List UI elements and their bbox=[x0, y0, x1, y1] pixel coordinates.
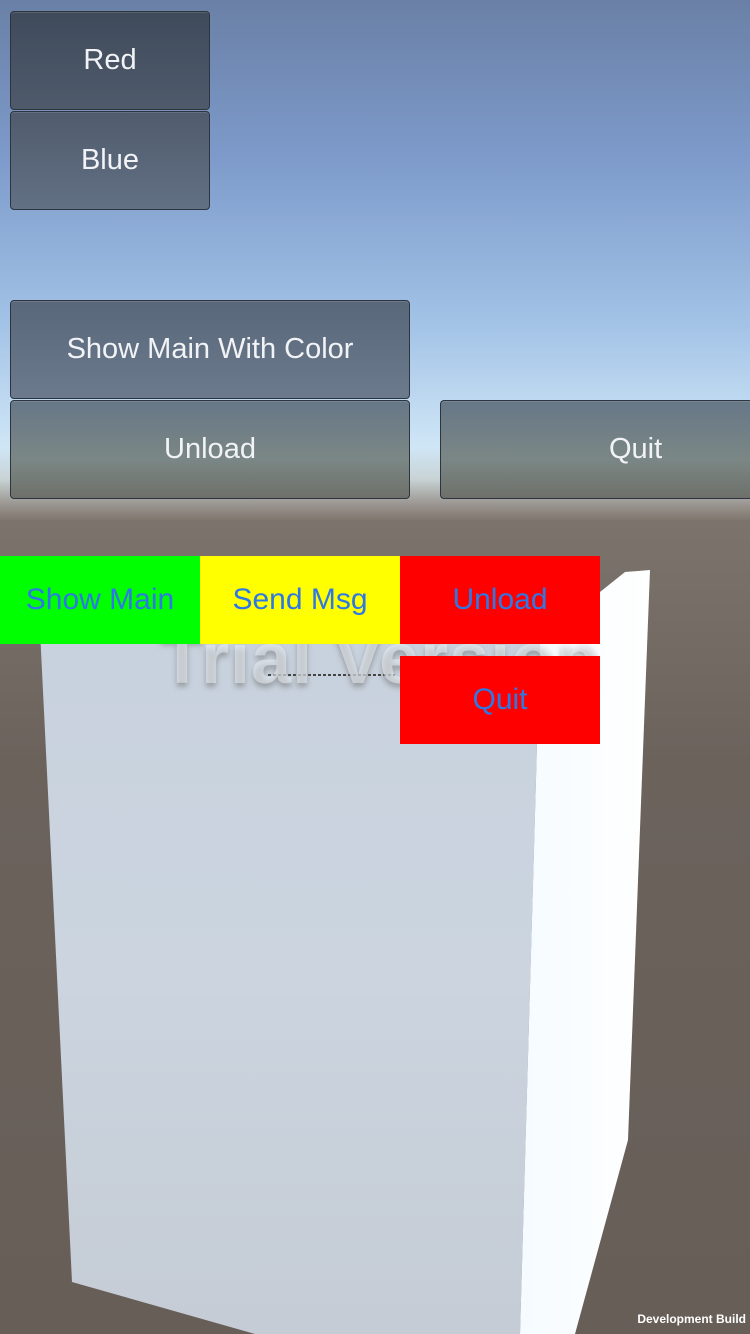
send-msg-button[interactable]: Send Msg bbox=[200, 556, 400, 644]
show-main-button[interactable]: Show Main bbox=[0, 556, 200, 644]
blue-button[interactable]: Blue bbox=[10, 111, 210, 210]
unity-scene: Trial Version Red Blue Show Main With Co… bbox=[0, 0, 750, 1334]
quit-button-ui[interactable]: Quit bbox=[400, 656, 600, 744]
quit-button-gui-label: Quit bbox=[609, 433, 663, 465]
unload-button-ui[interactable]: Unload bbox=[400, 556, 600, 644]
red-button[interactable]: Red bbox=[10, 11, 210, 110]
show-main-with-color-button[interactable]: Show Main With Color bbox=[10, 300, 410, 399]
quit-button-gui[interactable]: Quit bbox=[440, 400, 750, 499]
unload-button-gui[interactable]: Unload bbox=[10, 400, 410, 499]
development-build-label: Development Build bbox=[637, 1312, 746, 1326]
